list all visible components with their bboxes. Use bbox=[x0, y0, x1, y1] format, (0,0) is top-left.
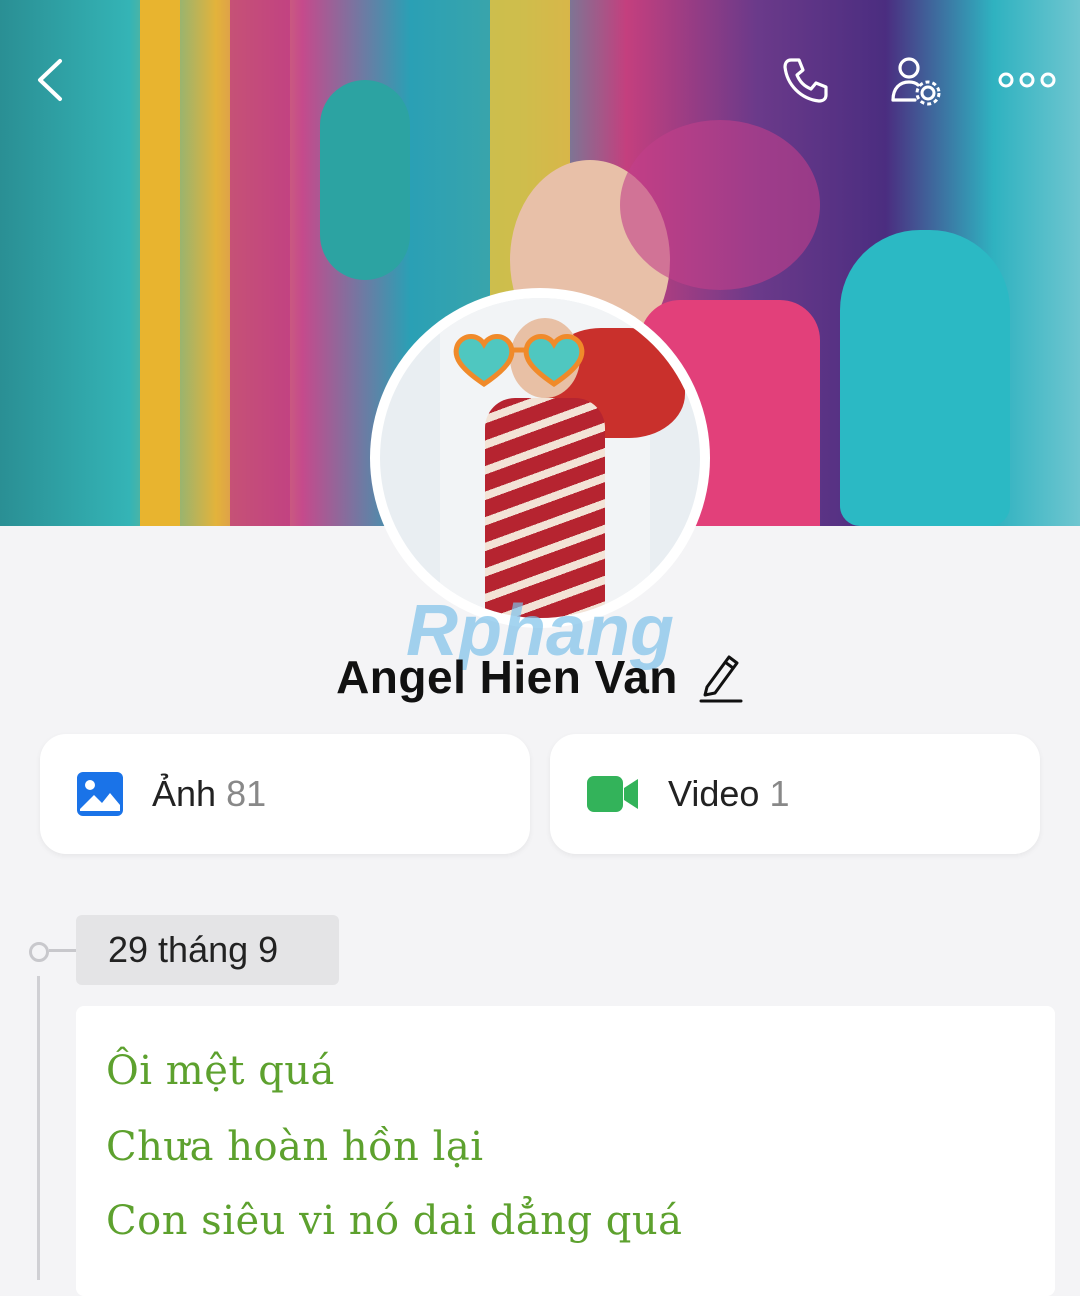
videos-count: 1 bbox=[769, 773, 790, 814]
timeline-connector bbox=[49, 949, 77, 952]
videos-card[interactable]: Video 1 bbox=[550, 734, 1040, 854]
profile-name-row: Angel Hien Van bbox=[0, 650, 1080, 704]
avatar bbox=[380, 298, 700, 618]
post-text-line: Con siêu vi nó dai dẳng quá bbox=[106, 1198, 683, 1244]
more-horizontal-icon bbox=[998, 72, 1056, 88]
timeline-line bbox=[37, 976, 40, 1280]
edit-name-button[interactable] bbox=[698, 650, 744, 704]
photos-card[interactable]: Ảnh 81 bbox=[40, 734, 530, 854]
profile-settings-button[interactable] bbox=[880, 45, 950, 115]
post-text-line: Chưa hoàn hồn lại bbox=[106, 1124, 484, 1170]
timeline-date: 29 tháng 9 bbox=[76, 915, 339, 985]
call-button[interactable] bbox=[770, 45, 840, 115]
chevron-left-icon bbox=[38, 59, 62, 101]
photos-count: 81 bbox=[226, 773, 267, 814]
videos-label: Video bbox=[668, 773, 760, 814]
more-options-button[interactable] bbox=[990, 45, 1064, 115]
user-gear-icon bbox=[891, 57, 941, 106]
video-camera-icon bbox=[587, 776, 638, 812]
profile-name: Angel Hien Van bbox=[336, 651, 678, 703]
back-button[interactable] bbox=[15, 45, 85, 115]
photos-label: Ảnh bbox=[152, 773, 217, 814]
avatar-frame[interactable] bbox=[370, 288, 710, 628]
phone-icon bbox=[783, 58, 828, 103]
pencil-icon bbox=[699, 655, 743, 703]
status-post-card[interactable]: Ôi mệt quá Chưa hoàn hồn lại Con siêu vi… bbox=[76, 1006, 1055, 1296]
image-icon bbox=[77, 772, 123, 816]
post-text-line: Ôi mệt quá bbox=[106, 1048, 335, 1094]
timeline-node bbox=[29, 942, 49, 962]
